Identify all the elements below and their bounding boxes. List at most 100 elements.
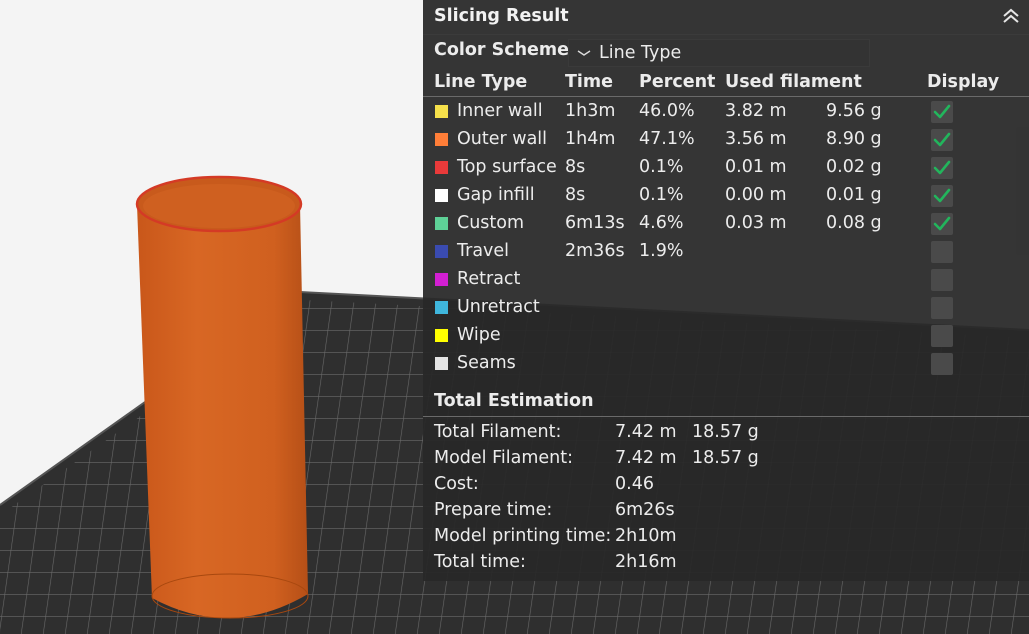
table-row: Custom 6m13s 4.6% 0.03 m 0.08 g [423, 210, 1029, 238]
table-row: Seams [423, 350, 1029, 378]
color-swatch [435, 273, 448, 286]
line-type-name: Unretract [457, 297, 540, 317]
line-type-time: 6m13s [565, 213, 625, 233]
estimation-label: Prepare time: [434, 500, 553, 520]
estimation-label: Cost: [434, 474, 479, 494]
estimation-row: Total Filament: 7.42 m 18.57 g [423, 419, 1029, 445]
line-type-percent: 46.0% [639, 101, 695, 121]
color-swatch [435, 161, 448, 174]
display-checkbox[interactable] [931, 157, 953, 179]
line-type-name: Wipe [457, 325, 501, 345]
estimation-label: Model printing time: [434, 526, 612, 546]
line-type-length: 3.82 m [725, 101, 787, 121]
line-type-name: Retract [457, 269, 521, 289]
checkmark-icon [933, 188, 951, 203]
line-type-percent: 0.1% [639, 157, 684, 177]
estimation-row: Model Filament: 7.42 m 18.57 g [423, 445, 1029, 471]
line-type-name: Top surface [457, 157, 557, 177]
header-time: Time [565, 72, 614, 92]
table-row: Top surface 8s 0.1% 0.01 m 0.02 g [423, 154, 1029, 182]
checkmark-icon [933, 216, 951, 231]
line-type-time: 8s [565, 157, 586, 177]
chevron-down-icon [577, 50, 591, 56]
line-type-percent: 4.6% [639, 213, 684, 233]
checkmark-icon [933, 160, 951, 175]
color-swatch [435, 357, 448, 370]
table-row: Travel 2m36s 1.9% [423, 238, 1029, 266]
table-row: Unretract [423, 294, 1029, 322]
estimation-value: 7.42 m [615, 448, 677, 468]
line-type-length: 0.03 m [725, 213, 787, 233]
color-scheme-label: Color Scheme [434, 40, 570, 60]
line-type-weight: 8.90 g [826, 129, 882, 149]
slicing-result-panel: Slicing Result Color Scheme Line Type Li… [423, 0, 1029, 581]
table-row: Wipe [423, 322, 1029, 350]
display-checkbox[interactable] [931, 269, 953, 291]
line-type-time: 1h3m [565, 101, 616, 121]
display-checkbox[interactable] [931, 353, 953, 375]
line-type-name: Inner wall [457, 101, 543, 121]
display-checkbox[interactable] [931, 325, 953, 347]
display-checkbox[interactable] [931, 185, 953, 207]
estimation-extra: 18.57 g [692, 422, 759, 442]
double-chevron-up-icon [1003, 8, 1019, 23]
collapse-button[interactable] [1001, 6, 1021, 26]
checkmark-icon [933, 104, 951, 119]
line-type-percent: 47.1% [639, 129, 695, 149]
line-type-time: 1h4m [565, 129, 616, 149]
header-used-filament: Used filament [725, 72, 862, 92]
color-scheme-select[interactable]: Line Type [568, 39, 870, 67]
line-type-percent: 1.9% [639, 241, 684, 261]
line-type-name: Custom [457, 213, 525, 233]
line-type-name: Seams [457, 353, 516, 373]
checkmark-icon [933, 132, 951, 147]
color-swatch [435, 217, 448, 230]
color-swatch [435, 189, 448, 202]
display-checkbox[interactable] [931, 297, 953, 319]
table-row: Outer wall 1h4m 47.1% 3.56 m 8.90 g [423, 126, 1029, 154]
header-line-type: Line Type [434, 72, 528, 92]
estimation-value: 2h16m [615, 552, 677, 572]
color-swatch [435, 301, 448, 314]
estimation-value: 0.46 [615, 474, 654, 494]
color-swatch [435, 329, 448, 342]
line-type-length: 0.01 m [725, 157, 787, 177]
header-display: Display [927, 72, 1000, 92]
estimation-label: Total time: [434, 552, 526, 572]
estimation-row: Model printing time: 2h10m [423, 523, 1029, 549]
line-type-name: Outer wall [457, 129, 548, 149]
estimation-label: Total Filament: [434, 422, 562, 442]
header-underline [423, 96, 1029, 97]
total-estimation-title: Total Estimation [434, 391, 594, 411]
color-swatch [435, 133, 448, 146]
title-separator [423, 34, 1029, 35]
line-type-percent: 0.1% [639, 185, 684, 205]
line-type-weight: 0.02 g [826, 157, 882, 177]
estimation-value: 2h10m [615, 526, 677, 546]
estimation-row: Total time: 2h16m [423, 549, 1029, 575]
estimation-value: 6m26s [615, 500, 675, 520]
cylinder-top-inner [143, 184, 295, 228]
table-row: Gap infill 8s 0.1% 0.00 m 0.01 g [423, 182, 1029, 210]
display-checkbox[interactable] [931, 129, 953, 151]
table-row: Retract [423, 266, 1029, 294]
table-row: Inner wall 1h3m 46.0% 3.82 m 9.56 g [423, 98, 1029, 126]
line-type-name: Gap infill [457, 185, 535, 205]
total-estimation-underline [423, 416, 1029, 417]
display-checkbox[interactable] [931, 101, 953, 123]
line-type-time: 8s [565, 185, 586, 205]
estimation-row: Prepare time: 6m26s [423, 497, 1029, 523]
estimation-row: Cost: 0.46 [423, 471, 1029, 497]
line-type-weight: 0.01 g [826, 185, 882, 205]
estimation-extra: 18.57 g [692, 448, 759, 468]
line-type-weight: 9.56 g [826, 101, 882, 121]
display-checkbox[interactable] [931, 213, 953, 235]
cylinder-model [137, 204, 308, 619]
estimation-value: 7.42 m [615, 422, 677, 442]
line-type-weight: 0.08 g [826, 213, 882, 233]
line-type-name: Travel [457, 241, 510, 261]
color-scheme-value: Line Type [599, 43, 682, 63]
line-type-length: 3.56 m [725, 129, 787, 149]
color-swatch [435, 245, 448, 258]
display-checkbox[interactable] [931, 241, 953, 263]
